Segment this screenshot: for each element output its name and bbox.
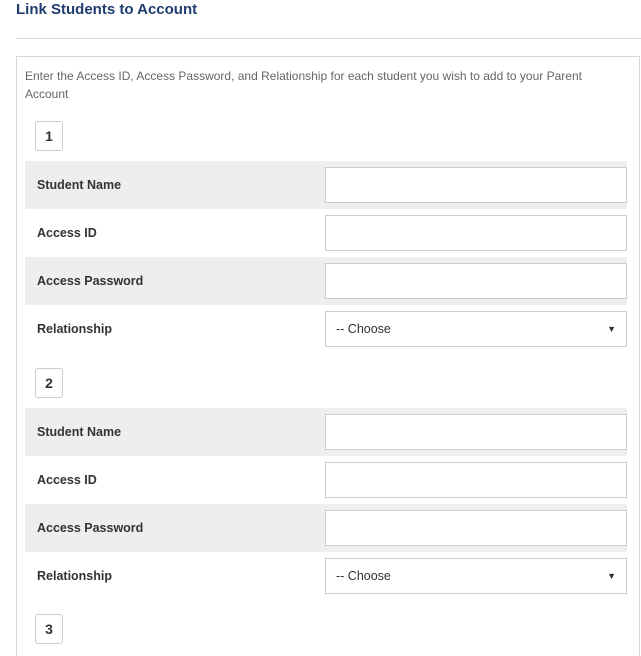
- relationship-label: Relationship: [37, 322, 113, 336]
- access-id-input[interactable]: [325, 462, 627, 498]
- access-password-input[interactable]: [325, 510, 627, 546]
- student-number-badge: 3: [35, 614, 63, 644]
- relationship-row: Relationship -- Choose ▼: [25, 305, 627, 353]
- instructions-text: Enter the Access ID, Access Password, an…: [25, 69, 582, 101]
- access-password-label: Access Password: [37, 274, 144, 288]
- access-id-row: Access ID: [25, 456, 627, 504]
- link-students-panel: Enter the Access ID, Access Password, an…: [16, 56, 640, 656]
- relationship-selected-value: -- Choose: [336, 322, 391, 336]
- access-id-label: Access ID: [37, 226, 97, 240]
- access-id-input[interactable]: [325, 215, 627, 251]
- student-number-badge: 2: [35, 368, 63, 398]
- student-name-row: Student Name: [25, 161, 627, 209]
- access-id-label: Access ID: [37, 473, 97, 487]
- relationship-selected-value: -- Choose: [336, 569, 391, 583]
- access-password-row: Access Password: [25, 504, 627, 552]
- access-password-input[interactable]: [325, 263, 627, 299]
- student-name-label: Student Name: [37, 178, 122, 192]
- relationship-select[interactable]: -- Choose ▼: [325, 558, 627, 594]
- access-id-row: Access ID: [25, 209, 627, 257]
- student-number-badge: 1: [35, 121, 63, 151]
- student-name-row: Student Name: [25, 408, 627, 456]
- title-divider: [16, 38, 641, 39]
- student-name-input[interactable]: [325, 167, 627, 203]
- relationship-label: Relationship: [37, 569, 113, 583]
- caret-down-icon: ▼: [607, 571, 616, 581]
- page-title: Link Students to Account: [16, 1, 198, 18]
- relationship-select[interactable]: -- Choose ▼: [325, 311, 627, 347]
- access-password-row: Access Password: [25, 257, 627, 305]
- student-name-label: Student Name: [37, 425, 122, 439]
- student-name-input[interactable]: [325, 414, 627, 450]
- caret-down-icon: ▼: [607, 324, 616, 334]
- access-password-label: Access Password: [37, 521, 144, 535]
- relationship-row: Relationship -- Choose ▼: [25, 552, 627, 600]
